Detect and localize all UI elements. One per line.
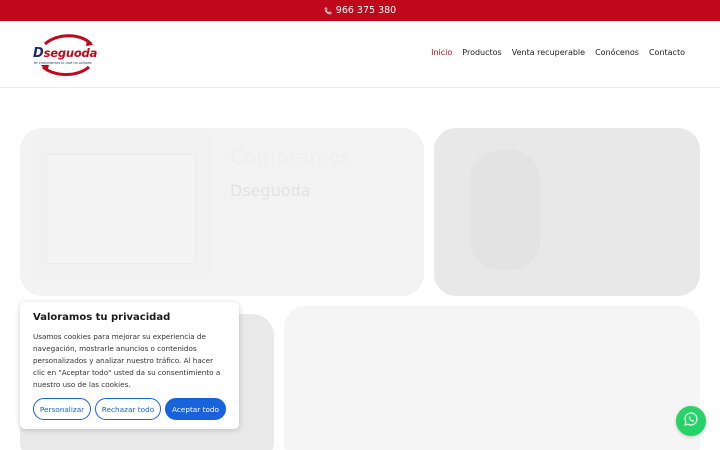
hero-card-image [32,134,214,274]
whatsapp-chat-button[interactable] [676,406,706,436]
logo-tagline: te compramos lo que no utilizas [34,61,92,65]
hero-card-brand: Dseguoda [230,181,311,200]
promo-card-right[interactable] [284,306,700,450]
nav-item-contacto[interactable]: Contacto [649,48,685,57]
site-header: Dseguoda te compramos lo que no utilizas… [0,21,720,88]
logo-wordmark: Dseguoda [33,46,98,61]
main-nav: Inicio Productos Venta recuperable Conóc… [431,48,685,57]
whatsapp-icon [683,411,699,431]
accept-all-cookies-button[interactable]: Aceptar todo [165,398,226,420]
customize-cookies-button[interactable]: Personalizar [33,398,91,420]
nav-item-inicio[interactable]: Inicio [431,48,452,57]
cookie-banner-body: Usamos cookies para mejorar su experienc… [33,332,221,389]
nav-item-venta-recuperable[interactable]: Venta recuperable [512,48,585,57]
site-logo[interactable]: Dseguoda te compramos lo que no utilizas [31,34,101,78]
reject-all-cookies-button[interactable]: Rechazar todo [95,398,161,420]
phone-link[interactable]: 966 375 380 [336,5,396,16]
cookie-banner-title: Valoramos tu privacidad [33,312,171,323]
hero-card-heading: Compramos [230,145,351,169]
nav-item-conocenos[interactable]: Conócenos [595,48,639,57]
nav-item-productos[interactable]: Productos [462,48,501,57]
cookie-banner-actions: Personalizar Rechazar todo Aceptar todo [33,398,227,420]
hero-card-primary[interactable]: Compramos Dseguoda [20,128,424,296]
phone-icon [324,7,332,15]
top-contact-bar: 966 375 380 [0,0,720,21]
hero-card-secondary[interactable] [434,128,700,296]
cookie-consent-banner: Valoramos tu privacidad Usamos cookies p… [20,302,239,429]
hero-card-secondary-image [470,150,540,270]
